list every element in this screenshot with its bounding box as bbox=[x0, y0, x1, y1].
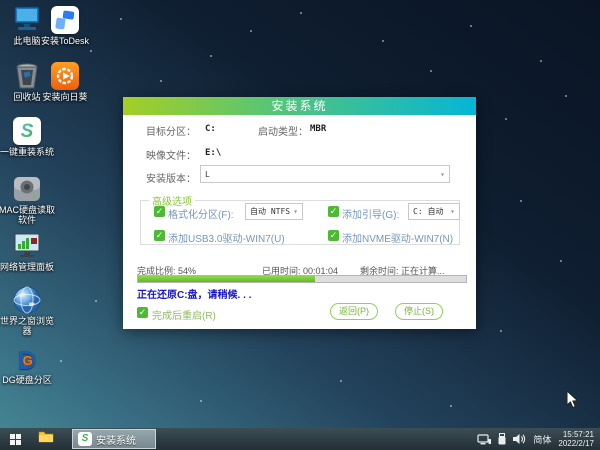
network-icon[interactable] bbox=[477, 433, 492, 445]
file-explorer-button[interactable] bbox=[38, 430, 54, 448]
mac-disk-icon bbox=[0, 173, 58, 203]
install-version-value: L bbox=[205, 169, 210, 179]
desktop-icon-label: 世界之窗浏览器 bbox=[0, 316, 54, 336]
install-version-select[interactable]: L ▾ bbox=[200, 165, 450, 183]
desktop-icon-label: 网络管理面板 bbox=[0, 262, 54, 272]
taskbar-app-install-system[interactable]: S 安装系统 bbox=[72, 429, 156, 449]
todesk-icon bbox=[34, 4, 96, 34]
globe-icon bbox=[0, 284, 58, 314]
add-boot-label[interactable]: 添加引导(G): bbox=[342, 206, 399, 221]
format-mode-value: 自动 NTFS bbox=[250, 207, 291, 216]
nvme-driver-label[interactable]: 添加NVME驱动-WIN7(N) bbox=[342, 230, 453, 245]
boot-target-select[interactable]: C: 自动 ▾ bbox=[408, 203, 460, 220]
volume-icon[interactable] bbox=[513, 433, 526, 445]
sunflower-icon bbox=[34, 60, 96, 90]
format-mode-select[interactable]: 自动 NTFS ▾ bbox=[245, 203, 303, 220]
usb3-driver-checkbox[interactable]: ✓ bbox=[154, 230, 165, 241]
tray-time: 15:57:21 bbox=[562, 430, 594, 439]
chevron-down-icon: ▾ bbox=[450, 207, 455, 216]
image-file-label: 映像文件： bbox=[146, 151, 196, 162]
back-button[interactable]: 返回(P) bbox=[330, 303, 378, 320]
restart-after-label[interactable]: 完成后重启(R) bbox=[152, 307, 216, 322]
desktop-icon-world-window-browser[interactable]: 世界之窗浏览器 bbox=[0, 284, 58, 336]
chevron-down-icon: ▾ bbox=[440, 169, 445, 179]
desktop-icon-label: 安装向日葵 bbox=[42, 92, 88, 102]
boot-type-value: MBR bbox=[310, 124, 327, 134]
start-button[interactable] bbox=[0, 428, 30, 450]
dialog-title[interactable]: 安装系统 bbox=[123, 97, 476, 115]
tray-date: 2022/2/17 bbox=[558, 439, 594, 448]
install-system-dialog: 安装系统 目标分区： C: 启动类型： MBR 映像文件： E:\ 安装版本： … bbox=[123, 97, 476, 329]
add-boot-checkbox[interactable]: ✓ bbox=[328, 206, 339, 217]
desktop-icon-network-panel[interactable]: 网络管理面板 bbox=[0, 230, 58, 272]
folder-icon bbox=[38, 431, 54, 443]
system-tray: 简体 15:57:21 2022/2/17 bbox=[477, 430, 600, 448]
progress-bar bbox=[137, 275, 467, 283]
desktop[interactable]: { "desktop": { "icons": [ { "name": "thi… bbox=[0, 0, 600, 450]
usb-device-icon[interactable] bbox=[498, 433, 506, 445]
desktop-icon-install-todesk[interactable]: 安装ToDesk bbox=[34, 4, 96, 46]
desktop-icon-mac-disk-reader[interactable]: MAC硬盘读取软件 bbox=[0, 173, 58, 225]
desktop-icon-label: 安装ToDesk bbox=[40, 36, 89, 46]
desktop-icon-one-click-reinstall[interactable]: S 一键重装系统 bbox=[0, 115, 58, 157]
one-click-reinstall-icon: S bbox=[0, 115, 58, 145]
boot-target-value: C: 自动 bbox=[413, 207, 444, 216]
install-system-app-icon: S bbox=[78, 432, 92, 446]
dg-icon: DG bbox=[17, 345, 37, 375]
mouse-cursor bbox=[566, 391, 579, 409]
restart-after-checkbox[interactable]: ✓ bbox=[137, 307, 148, 318]
stop-button[interactable]: 停止(S) bbox=[395, 303, 443, 320]
desktop-icon-label: 一键重装系统 bbox=[0, 147, 54, 157]
install-version-label: 安装版本： bbox=[146, 174, 196, 185]
format-partition-checkbox[interactable]: ✓ bbox=[154, 206, 165, 217]
progress-fill bbox=[138, 276, 316, 282]
desktop-icon-install-sunflower[interactable]: 安装向日葵 bbox=[34, 60, 96, 102]
usb3-driver-label[interactable]: 添加USB3.0驱动-WIN7(U) bbox=[168, 230, 285, 245]
desktop-icon-label: MAC硬盘读取软件 bbox=[0, 205, 55, 225]
desktop-icon-label: DG硬盘分区 bbox=[2, 375, 52, 385]
tray-clock[interactable]: 15:57:21 2022/2/17 bbox=[558, 430, 594, 448]
taskbar: S 安装系统 简体 15:57:21 2022/2/17 bbox=[0, 428, 600, 450]
target-partition-label: 目标分区： bbox=[146, 127, 196, 138]
target-partition-value: C: bbox=[205, 124, 216, 134]
format-partition-label[interactable]: 格式化分区(F): bbox=[168, 206, 234, 221]
windows-logo-icon bbox=[9, 433, 21, 445]
nvme-driver-checkbox[interactable]: ✓ bbox=[328, 230, 339, 241]
taskbar-app-label: 安装系统 bbox=[96, 435, 136, 447]
boot-type-label: 启动类型： bbox=[258, 127, 308, 138]
image-file-value: E:\ bbox=[205, 148, 222, 158]
network-panel-icon bbox=[0, 230, 58, 260]
desktop-icon-dg-partition[interactable]: DG DG硬盘分区 bbox=[0, 343, 58, 385]
input-language-indicator[interactable]: 简体 bbox=[533, 433, 551, 446]
chevron-down-icon: ▾ bbox=[293, 207, 298, 216]
status-text: 正在还原C:盘，请稍候. . . bbox=[137, 290, 252, 301]
